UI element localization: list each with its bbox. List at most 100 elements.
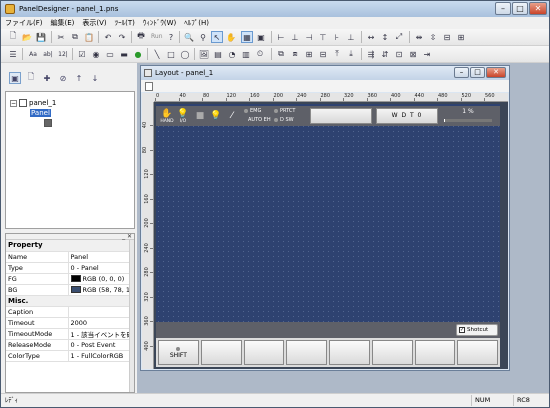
- menu-tools[interactable]: ﾂｰﾙ(T): [111, 17, 139, 29]
- property-value[interactable]: 1 - 該当イベントを破棄: [68, 328, 130, 340]
- ungroup-icon[interactable]: ⊟: [317, 48, 329, 60]
- page-view-icon[interactable]: 🗋: [25, 72, 37, 84]
- same-height-icon[interactable]: ↕: [379, 31, 391, 43]
- lamp-tool-icon[interactable]: ▬: [118, 48, 130, 60]
- align-center-icon[interactable]: ⊥: [289, 31, 301, 43]
- function-key-8[interactable]: [457, 340, 498, 365]
- undo-icon[interactable]: ↶: [102, 31, 114, 43]
- text-tool-button[interactable]: ab|: [41, 48, 55, 60]
- property-value[interactable]: RGB (58, 78, 11: [68, 284, 130, 296]
- green-lamp-icon[interactable]: ●: [132, 48, 144, 60]
- new-file-icon[interactable]: 🗋: [7, 31, 19, 43]
- align-left-icon[interactable]: ⊢: [275, 31, 287, 43]
- wand-indicator[interactable]: ⁄: [226, 106, 238, 126]
- print-icon[interactable]: 🖶: [135, 31, 147, 43]
- align-right-icon[interactable]: ⊣: [303, 31, 315, 43]
- menu-file[interactable]: ファイル(F): [1, 17, 47, 29]
- io-indicator[interactable]: 💡 I/O: [176, 106, 190, 126]
- tree-item-root[interactable]: − panel_1: [10, 98, 56, 108]
- property-grid-buttons[interactable]: _ ✕: [122, 234, 132, 240]
- unlock-icon[interactable]: ⊠: [407, 48, 419, 60]
- space-vertical-icon[interactable]: ⇳: [427, 31, 439, 43]
- property-value[interactable]: 2000: [68, 317, 130, 329]
- paste-icon[interactable]: 📋: [83, 31, 95, 43]
- rectangle-tool-icon[interactable]: □: [165, 48, 177, 60]
- property-value[interactable]: 0 - Panel: [68, 262, 130, 274]
- maximize-button[interactable]: □: [512, 2, 528, 15]
- center-vertical-icon[interactable]: ⊞: [455, 31, 467, 43]
- line-tool-icon[interactable]: ╲: [151, 48, 163, 60]
- property-value[interactable]: 1 - FullColorRGB: [68, 350, 130, 362]
- select-pointer-icon[interactable]: ↖: [211, 31, 223, 43]
- distribute-icon[interactable]: ⇶: [365, 48, 377, 60]
- space-horizontal-icon[interactable]: ⇹: [413, 31, 425, 43]
- layout-view-icon[interactable]: ▣: [9, 72, 21, 84]
- same-size-icon[interactable]: ⤢: [393, 31, 405, 43]
- align-top-icon[interactable]: ⊤: [317, 31, 329, 43]
- property-value[interactable]: Panel: [68, 251, 130, 263]
- add-object-icon[interactable]: ✚: [41, 72, 53, 84]
- page-icon[interactable]: [145, 81, 153, 91]
- property-row[interactable]: Name Panel: [6, 251, 130, 263]
- open-folder-icon[interactable]: 📂: [21, 31, 33, 43]
- timer-tool-icon[interactable]: ⏲: [254, 48, 266, 60]
- label-tool-button[interactable]: Aa: [26, 48, 40, 60]
- function-key-7[interactable]: [414, 340, 456, 365]
- property-scrollbar[interactable]: [129, 240, 134, 392]
- align-middle-icon[interactable]: ⊦: [331, 31, 343, 43]
- property-value[interactable]: RGB (0, 0, 0): [68, 273, 130, 285]
- checkbox-tool-icon[interactable]: ☑: [76, 48, 88, 60]
- list-tool-icon[interactable]: ▥: [240, 48, 252, 60]
- shortcut-checkbox[interactable]: ✓ Shotcut: [456, 324, 498, 336]
- close-button[interactable]: ✕: [529, 2, 547, 15]
- copy-icon[interactable]: ⧉: [69, 31, 81, 43]
- function-key-6[interactable]: [371, 340, 413, 365]
- menu-view[interactable]: 表示(V): [78, 17, 110, 29]
- distribute-vertical-icon[interactable]: ⇵: [379, 48, 391, 60]
- move-down-icon[interactable]: ↓: [89, 72, 101, 84]
- collapse-icon[interactable]: −: [10, 99, 17, 107]
- cut-icon[interactable]: ✂: [55, 31, 67, 43]
- save-icon[interactable]: 💾: [35, 31, 47, 43]
- find-icon[interactable]: ⚲: [197, 31, 209, 43]
- grid-icon[interactable]: ▦: [241, 31, 253, 43]
- tree-item-panel[interactable]: Panel: [30, 108, 52, 127]
- menu-window[interactable]: ｳｨﾝﾄﾞｳ(W): [139, 17, 180, 29]
- layout-minimize-button[interactable]: –: [454, 67, 469, 78]
- meter-tool-icon[interactable]: ◔: [226, 48, 238, 60]
- snap-icon[interactable]: ▣: [255, 31, 267, 43]
- redo-icon[interactable]: ↷: [116, 31, 128, 43]
- function-key-4[interactable]: [286, 340, 327, 365]
- property-row[interactable]: Timeout 2000: [6, 317, 130, 329]
- center-horizontal-icon[interactable]: ⊟: [441, 31, 453, 43]
- panel-surface[interactable]: ✋ HAND 💡 I/O ■ 💡 ⁄ EMG PRTCT AUTO EH D S…: [156, 104, 500, 367]
- radio-tool-icon[interactable]: ◉: [90, 48, 102, 60]
- property-row[interactable]: ReleaseMode 0 - Post Event: [6, 339, 130, 351]
- layout-maximize-button[interactable]: □: [470, 67, 485, 78]
- number-tool-button[interactable]: 12|: [56, 48, 70, 60]
- minimize-button[interactable]: –: [495, 2, 511, 15]
- function-key-2[interactable]: [200, 340, 242, 365]
- hint-icon[interactable]: ?: [165, 31, 177, 43]
- property-row[interactable]: TimeoutMode1 - 該当イベントを破棄: [6, 328, 130, 340]
- property-value[interactable]: 0 - Post Event: [68, 339, 130, 351]
- menu-edit[interactable]: 編集(E): [47, 17, 79, 29]
- lock-icon[interactable]: ⊡: [393, 48, 405, 60]
- hand-indicator[interactable]: ✋ HAND: [160, 106, 174, 126]
- wdt-button[interactable]: W D T 0: [376, 108, 438, 124]
- button-tool-icon[interactable]: ▭: [104, 48, 116, 60]
- order-down-icon[interactable]: ⤓: [345, 48, 357, 60]
- property-row[interactable]: BG RGB (58, 78, 11: [6, 284, 130, 296]
- property-row[interactable]: Type 0 - Panel: [6, 262, 130, 274]
- property-row[interactable]: ColorType 1 - FullColorRGB: [6, 350, 130, 362]
- send-back-icon[interactable]: ⧈: [289, 48, 301, 60]
- function-key-3[interactable]: [243, 340, 285, 365]
- same-width-icon[interactable]: ↔: [365, 31, 377, 43]
- blank-button[interactable]: [310, 108, 372, 124]
- move-up-icon[interactable]: ↑: [73, 72, 85, 84]
- tab-order-icon[interactable]: ⇥: [421, 48, 433, 60]
- property-value[interactable]: [68, 306, 130, 318]
- align-bottom-icon[interactable]: ⊥: [345, 31, 357, 43]
- order-up-icon[interactable]: ⤒: [331, 48, 343, 60]
- delete-object-icon[interactable]: ⊘: [57, 72, 69, 84]
